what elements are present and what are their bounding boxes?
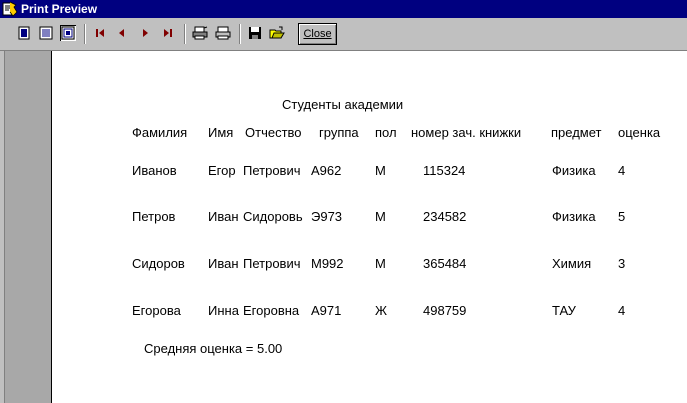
printer-setup-icon bbox=[192, 26, 208, 40]
cell-surname: Иванов bbox=[132, 163, 177, 178]
last-page-button[interactable] bbox=[160, 25, 176, 41]
cell-group: Э973 bbox=[311, 209, 343, 224]
toolbar-separator bbox=[84, 24, 86, 44]
two-pages-button[interactable] bbox=[38, 25, 54, 41]
window-title: Print Preview bbox=[21, 2, 98, 16]
cell-group: М992 bbox=[311, 256, 344, 271]
cell-subject: Физика bbox=[552, 209, 596, 224]
cell-record-book: 234582 bbox=[423, 209, 467, 224]
previous-page-button[interactable] bbox=[114, 25, 130, 41]
cell-subject: Химия bbox=[552, 256, 592, 271]
toolbar-separator bbox=[239, 24, 241, 44]
header-sex: пол bbox=[375, 125, 397, 140]
two-pages-icon bbox=[39, 26, 53, 40]
header-name: Имя bbox=[208, 125, 234, 140]
header-group: группа bbox=[319, 125, 359, 140]
last-page-icon bbox=[164, 29, 172, 37]
cell-surname: Сидоров bbox=[132, 256, 185, 271]
cell-sex: Ж bbox=[375, 303, 388, 318]
one-page-icon bbox=[18, 26, 30, 40]
cell-patronymic: Петрович bbox=[243, 163, 301, 178]
cell-surname: Петров bbox=[132, 209, 176, 224]
cell-sex: М bbox=[375, 256, 386, 271]
cell-record-book: 365484 bbox=[423, 256, 467, 271]
header-patronymic: Отчество bbox=[245, 125, 302, 140]
cell-patronymic: Егоровна bbox=[243, 303, 300, 318]
next-page-button[interactable] bbox=[137, 25, 153, 41]
average-grade: Средняя оценка = 5.00 bbox=[144, 341, 283, 356]
zoom-icon bbox=[61, 26, 75, 40]
open-icon bbox=[269, 26, 285, 39]
toolbar: Close bbox=[0, 18, 687, 51]
cell-name: Иван bbox=[208, 209, 239, 224]
cell-name: Инна bbox=[208, 303, 239, 318]
cell-subject: Физика bbox=[552, 163, 596, 178]
previous-page-icon bbox=[119, 29, 124, 37]
cell-sex: М bbox=[375, 209, 386, 224]
cell-subject: ТАУ bbox=[552, 303, 576, 318]
save-icon bbox=[249, 27, 261, 39]
one-page-button[interactable] bbox=[16, 25, 32, 41]
page-margin-panel bbox=[5, 51, 52, 403]
next-page-icon bbox=[143, 29, 148, 37]
cell-name: Егор bbox=[208, 163, 236, 178]
title-bar: Print Preview bbox=[0, 0, 687, 18]
header-grade: оценка bbox=[618, 125, 661, 140]
cell-group: А971 bbox=[311, 303, 342, 318]
report-title: Студенты академии bbox=[282, 97, 404, 112]
first-page-button[interactable] bbox=[92, 25, 108, 41]
cell-patronymic: Сидоровь bbox=[243, 209, 303, 224]
cell-grade: 4 bbox=[618, 163, 626, 178]
cell-grade: 4 bbox=[618, 303, 626, 318]
cell-record-book: 498759 bbox=[423, 303, 467, 318]
zoom-button[interactable] bbox=[60, 25, 76, 41]
cell-grade: 5 bbox=[618, 209, 626, 224]
save-button[interactable] bbox=[247, 25, 263, 41]
header-surname: Фамилия bbox=[132, 125, 188, 140]
print-button[interactable] bbox=[215, 25, 231, 41]
cell-patronymic: Петрович bbox=[243, 256, 301, 271]
cell-group: А962 bbox=[311, 163, 342, 178]
first-page-icon bbox=[96, 29, 104, 37]
printer-setup-button[interactable] bbox=[192, 25, 208, 41]
app-icon bbox=[2, 1, 18, 17]
close-button[interactable]: Close bbox=[298, 23, 337, 45]
cell-grade: 3 bbox=[618, 256, 626, 271]
cell-record-book: 115324 bbox=[423, 163, 466, 178]
cell-sex: М bbox=[375, 163, 386, 178]
toolbar-separator bbox=[184, 24, 186, 44]
preview-page[interactable]: Студенты академии Фамилия Имя Отчество г… bbox=[52, 51, 687, 403]
header-record-book: номер зач. книжки bbox=[411, 125, 522, 140]
close-button-label: Close bbox=[303, 28, 332, 40]
cell-name: Иван bbox=[208, 256, 239, 271]
header-subject: предмет bbox=[551, 125, 602, 140]
print-icon bbox=[215, 26, 231, 40]
open-button[interactable] bbox=[269, 25, 285, 41]
cell-surname: Егорова bbox=[132, 303, 181, 318]
